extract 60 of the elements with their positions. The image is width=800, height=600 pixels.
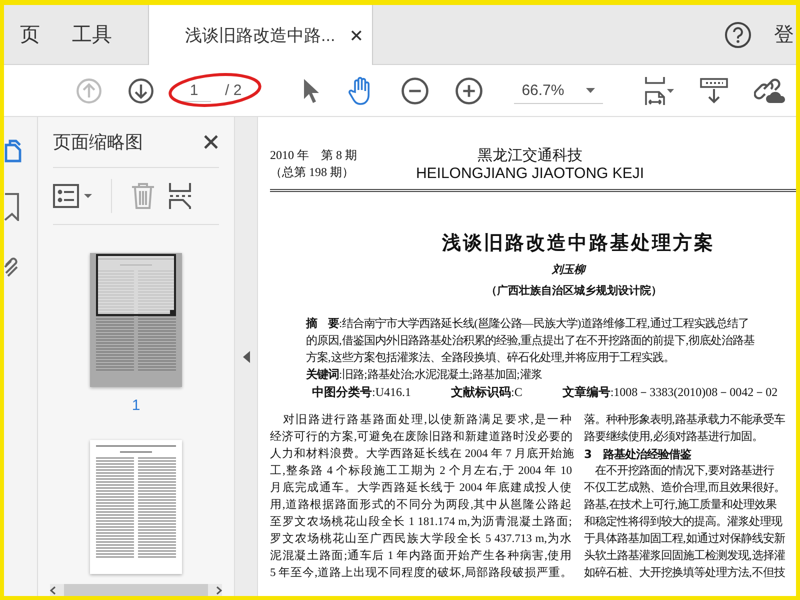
body-text-line: 于具体路基加固工程,如通过对保静线安新 [584, 531, 785, 547]
article-title: 浅谈旧路改造中路基处理方案 [440, 231, 716, 256]
issue-number: 2010 年 第 8 期 [270, 147, 358, 164]
section-heading: 3 路基处治经验借鉴 [584, 446, 692, 463]
body-text-line: 至罗文农场桃花山段全长 1 181.174 m,为沥青混凝土路面; [270, 514, 572, 530]
classification-code: 文章编号:1008－3383(2010)08－0042－02 [562, 384, 778, 400]
body-text-line: 用,道路根据路面形式的不同分为两段,其中从邕隆公路起 [270, 498, 572, 513]
abstract-line: 的原因,借鉴国内外旧路路基处治积累的经验,重点提出了在不开挖路面的前提下,彻底处治路基 [306, 333, 756, 349]
body-text-line: 月底完成通车。大学西路延长线于 2004 年底建成投人使 [270, 480, 572, 496]
body-text-line: 人力和材料浪费。大学西路延长线在 2004 年 7 月底开始施 [270, 446, 572, 462]
body-text-line: 不仅工艺成熟、造价合理,而且效果很好。 [584, 480, 785, 496]
body-text-line: 和稳定性将得到较大的提高。灌浆处理现 [584, 514, 784, 530]
body-text-line: 路要继续使用,必须对路基进行加固。 [584, 430, 764, 445]
zoom-dropdown[interactable]: 66.7% [514, 78, 604, 104]
page-total: / 2 [225, 82, 242, 99]
abstract-line: 方案,这些方案包括灌浆法、全路段换填、碎石化处理,并将应用于工程实践。 [306, 350, 676, 366]
next-page-button[interactable] [126, 76, 156, 106]
classification-code: 文献标识码:C [451, 384, 522, 400]
author-name: 刘玉柳 [550, 262, 588, 277]
body-text-line: 罗文农场桃花山至广西民族大学段全长 5 437.713 m,为水 [270, 531, 572, 547]
keywords: 关键词:旧路;路基处治;水泥混凝土;路基加固;灌浆 [306, 367, 543, 383]
body-text-line: 工,整条路 4 个标段施工工期为 2 个月左右,于 2004 年 10 [270, 464, 572, 479]
issue-total: （总第 198 期） [270, 164, 355, 181]
author-affiliation: （广西壮族自治区城乡规划设计院） [485, 284, 663, 298]
scroll-right-icon[interactable] [216, 586, 222, 594]
body-text-line: 如碎石桩、大开挖换填等处理方法,不但技 [584, 565, 785, 581]
body-text-line: 对旧路进行路基路面处理,以使新路满足要求,是一种 [282, 412, 572, 428]
body-text-line: 经济可行的方案,可避免在废除旧路和新建道路时没必要的 [270, 429, 572, 445]
tab[interactable]: 浅谈旧路改造中路... [148, 5, 373, 65]
close-icon[interactable] [203, 134, 219, 150]
body-text-line: 在不开挖路面的情况下,要对路基进行 [594, 464, 776, 479]
collapse-panel-icon[interactable] [242, 350, 250, 362]
pages-icon[interactable] [4, 139, 22, 163]
body-text-line: 落。种种形象表明,路基承载力不能承受车 [584, 412, 785, 428]
body-text-line: 头软土路基灌浆回固施工检测发现,选择灌 [584, 548, 785, 564]
body-text-line: 5 年至今,道路上出现不同程度的破坏,局部路段破损严重。 [270, 565, 572, 581]
tab[interactable]: 工具 [56, 5, 128, 64]
split-page-icon[interactable] [168, 182, 192, 210]
horizontal-scrollbar[interactable] [50, 584, 222, 596]
page-thumbnail[interactable] [90, 253, 182, 387]
zoom-in-button[interactable] [452, 74, 485, 106]
bookmark-icon[interactable] [4, 193, 20, 221]
zoom-out-button[interactable] [398, 74, 431, 106]
caret-icon [586, 88, 596, 92]
page-thumbnail[interactable] [90, 440, 182, 574]
thumbnail-options-icon[interactable] [53, 184, 93, 208]
page-label: 1 [132, 397, 140, 414]
help-icon[interactable] [724, 20, 752, 48]
sign-in-link[interactable]: 登 [774, 21, 794, 48]
abstract-line: 摘 要:结合南宁市大学西路延长线(邕隆公路—民族大学)道路维修工程,通过工程实践总结了 [306, 316, 750, 332]
journal-name: 黑龙江交通科技 [476, 147, 584, 165]
journal-name-english: HEILONGJIANG JIAOTONG KEJI [414, 165, 646, 183]
classification-code: 中图分类号:U416.1 [312, 384, 411, 400]
tab[interactable]: 页 [4, 5, 56, 64]
close-icon[interactable] [351, 30, 362, 40]
page-number-field[interactable]: 1 [177, 80, 211, 102]
body-text-line: 泥混凝土路面;通车后 1 年内路面开始产生各种病害,使用 [270, 548, 572, 564]
panel-title: 页面缩略图 [53, 131, 143, 154]
scroll-left-icon[interactable] [50, 586, 56, 594]
body-text-line: 路基,在技术上可行,施工质量和处理效果 [584, 498, 778, 513]
